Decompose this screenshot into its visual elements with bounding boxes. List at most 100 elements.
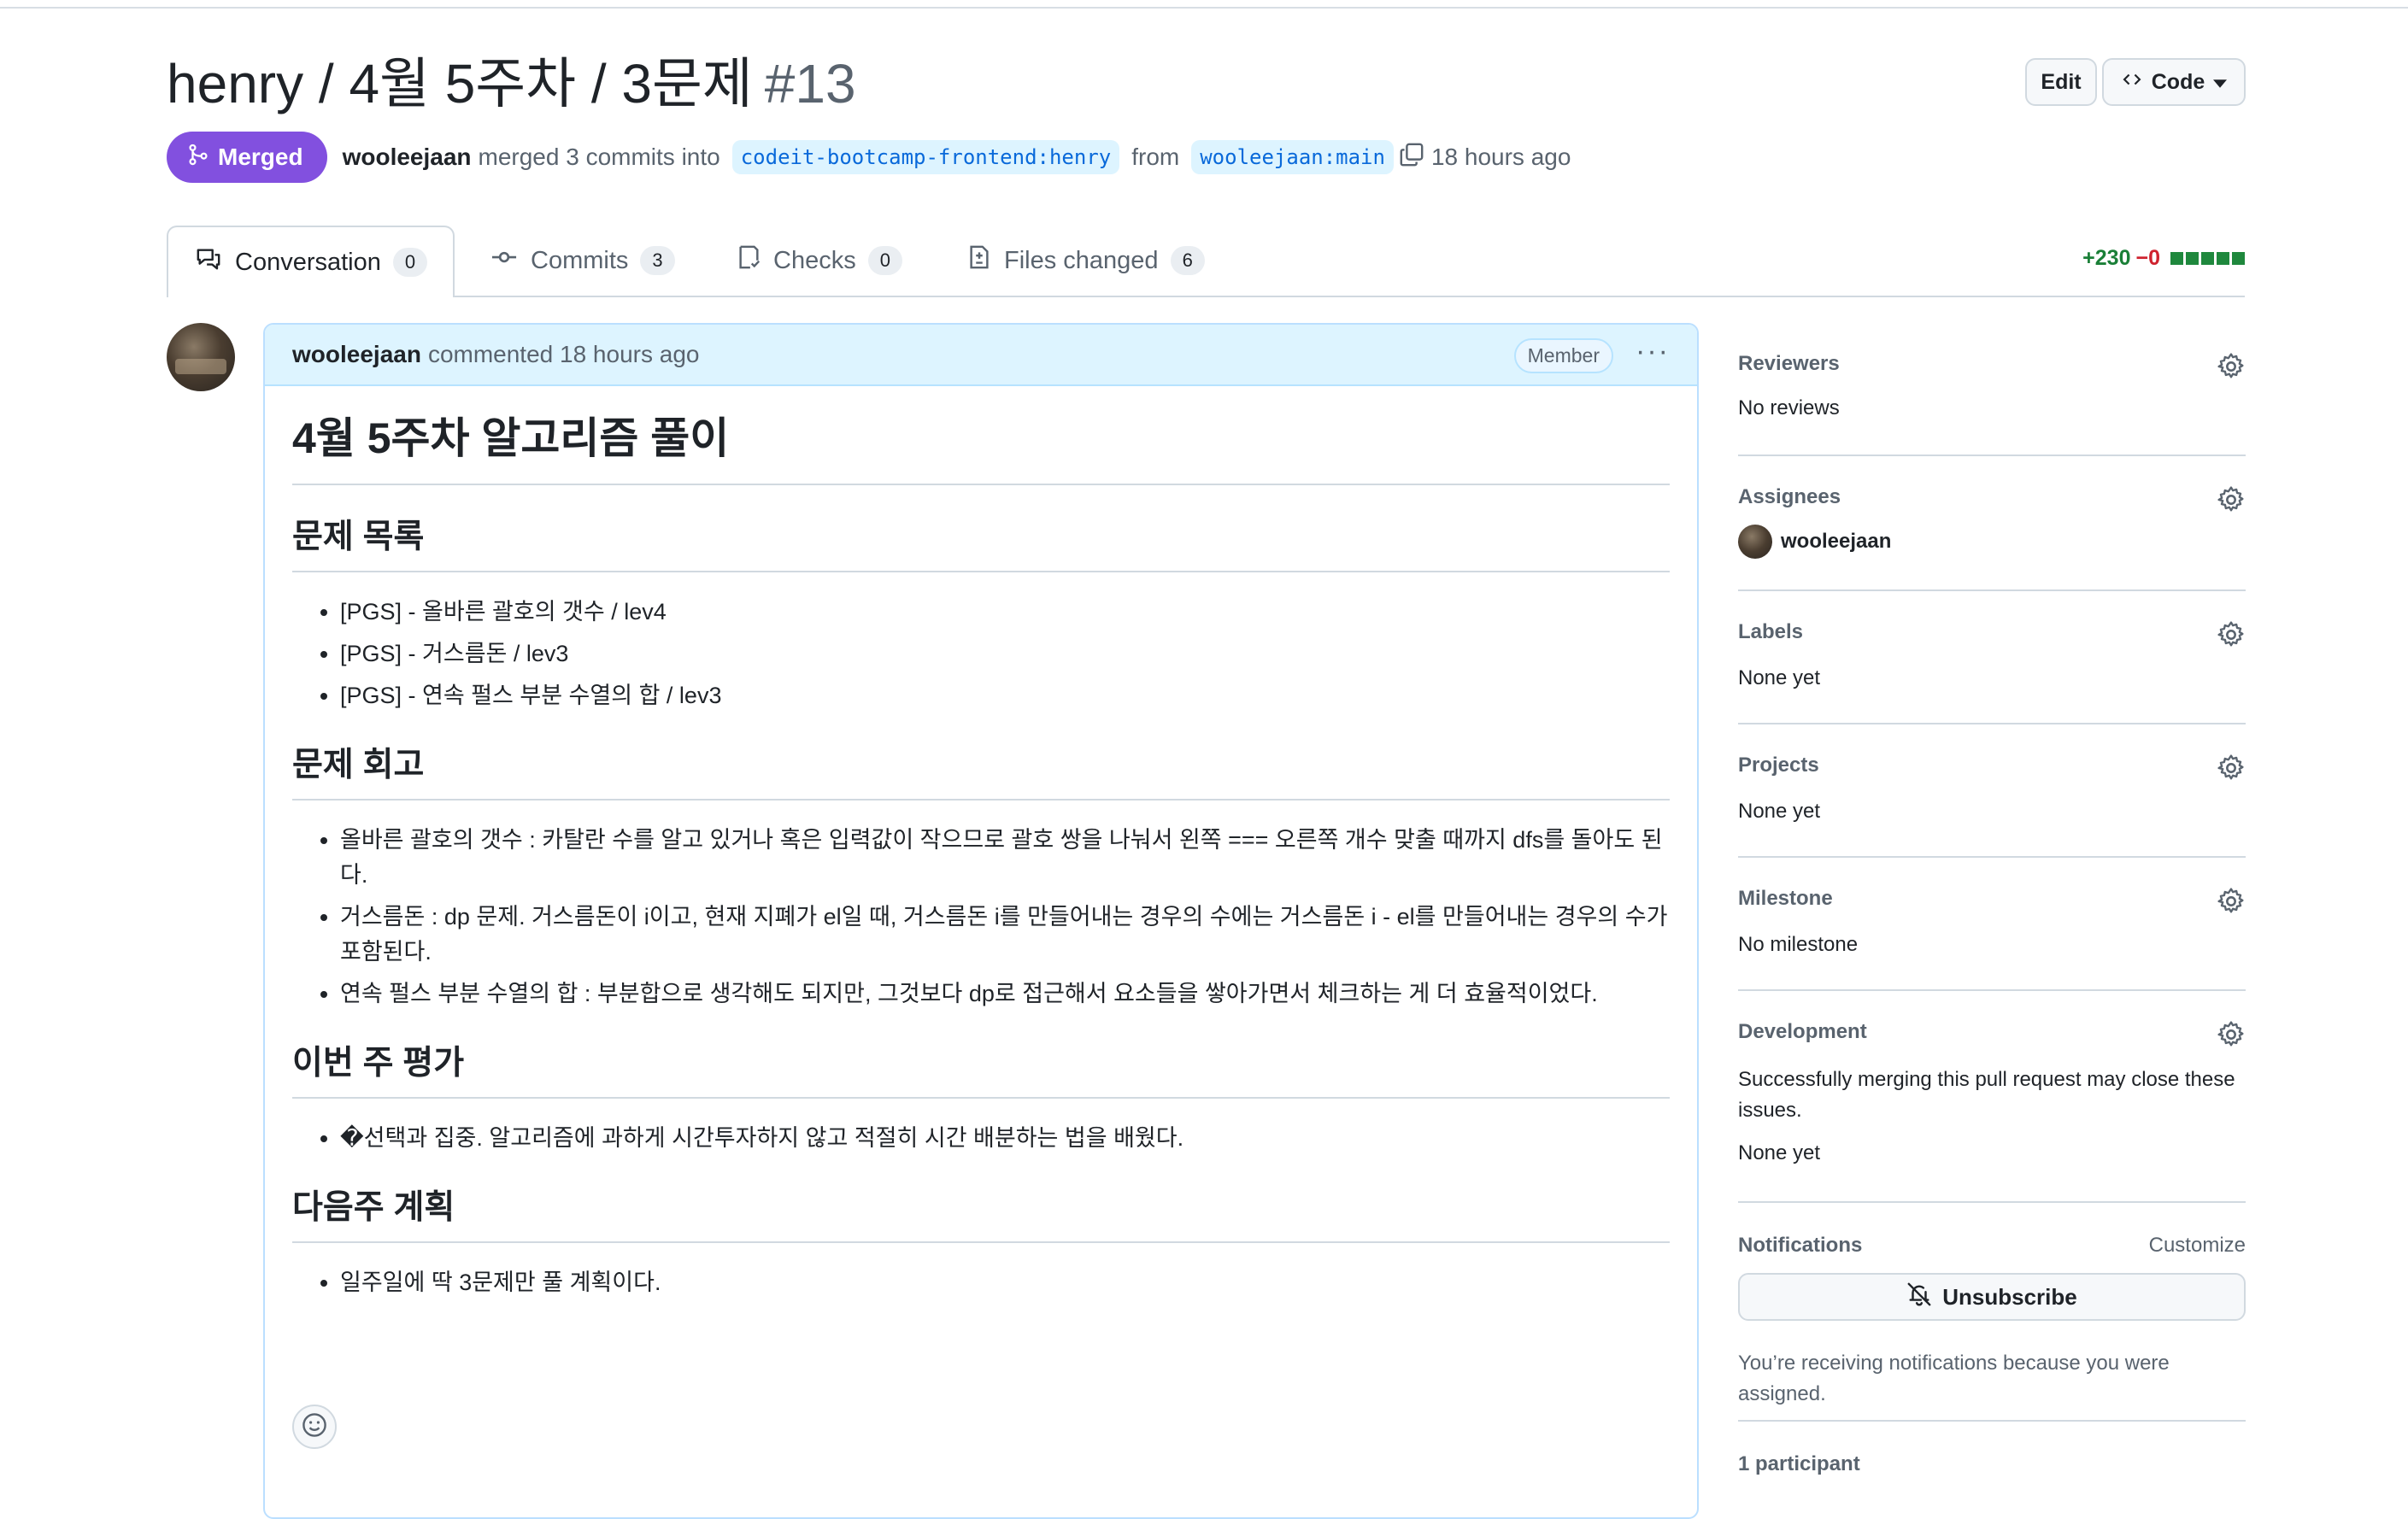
list-item: �선택과 집중. 알고리즘에 과하게 시간투자하지 않고 적절히 시간 배분하는… bbox=[340, 1121, 1670, 1156]
tab-label: Commits bbox=[531, 246, 629, 274]
section-heading: 문제 회고 bbox=[292, 744, 1670, 801]
caret-down-icon bbox=[2213, 70, 2228, 95]
file-diff-icon bbox=[966, 243, 992, 278]
pr-title: henry / 4월 5주차 / 3문제 bbox=[167, 53, 753, 114]
checklist-icon bbox=[736, 243, 761, 278]
pr-tabs: Conversation 0 Commits 3 Checks 0 Files … bbox=[167, 226, 2245, 297]
list-item: [PGS] - 올바른 괄호의 갯수 / lev4 bbox=[340, 595, 1670, 630]
list-item: 올바른 괄호의 갯수 : 카탈란 수를 알고 있거나 혹은 입력값이 작으므로 … bbox=[340, 823, 1670, 893]
author-link[interactable]: wooleejaan bbox=[343, 144, 472, 171]
sidebar-section-value: None yet bbox=[1738, 1141, 1821, 1164]
section-list: 일주일에 딱 3문제만 풀 계획이다. bbox=[292, 1265, 1670, 1300]
comment-header: wooleejaan commented 18 hours ago Member… bbox=[265, 325, 1697, 386]
sidebar-section-title[interactable]: Labels bbox=[1738, 620, 1803, 644]
development-description: Successfully merging this pull request m… bbox=[1738, 1068, 2235, 1122]
sidebar-section-title[interactable]: Assignees bbox=[1738, 485, 1841, 509]
head-branch[interactable]: wooleejaan:main bbox=[1191, 140, 1394, 174]
sidebar-section-value: No milestone bbox=[1738, 933, 1859, 956]
comment-action[interactable]: commented 18 hours ago bbox=[428, 341, 700, 368]
unsubscribe-label: Unsubscribe bbox=[1942, 1283, 2077, 1310]
tab-counter: 3 bbox=[640, 246, 675, 275]
tab-counter: 0 bbox=[867, 246, 902, 275]
merge-icon bbox=[187, 142, 209, 173]
sidebar-section-title: 1 participant bbox=[1738, 1452, 1860, 1475]
kebab-horizontal-icon[interactable]: ··· bbox=[1636, 335, 1670, 368]
comment-discussion-icon bbox=[194, 246, 223, 279]
tab-counter: 6 bbox=[1170, 246, 1205, 275]
sidebar-participants: 1 participant bbox=[1738, 1422, 2246, 1475]
avatar bbox=[1738, 525, 1772, 559]
tab-label: Conversation bbox=[235, 248, 381, 276]
customize-link[interactable]: Customize bbox=[2149, 1234, 2246, 1258]
assignee-row[interactable]: wooleejaan bbox=[1738, 525, 1891, 559]
tab-files-changed[interactable]: Files changed 6 bbox=[966, 226, 1205, 296]
diffstat-blocks bbox=[2170, 252, 2245, 265]
diff-deletions: −0 bbox=[2135, 246, 2160, 270]
top-border bbox=[0, 0, 2408, 9]
section-list: [PGS] - 올바른 괄호의 갯수 / lev4 [PGS] - 거스름돈 /… bbox=[292, 595, 1670, 713]
gear-icon[interactable] bbox=[2217, 1020, 2246, 1053]
member-badge: Member bbox=[1513, 338, 1613, 373]
tab-commits[interactable]: Commits 3 bbox=[490, 226, 675, 296]
gear-icon[interactable] bbox=[2217, 887, 2246, 920]
sidebar-section-title[interactable]: Milestone bbox=[1738, 887, 1833, 911]
code-icon bbox=[2121, 70, 2143, 95]
sidebar-section-value: None yet bbox=[1738, 666, 1821, 689]
sidebar-labels: Labels None yet bbox=[1738, 591, 2246, 724]
pr-number: #13 bbox=[764, 53, 856, 114]
list-item: 연속 펄스 부분 수열의 합 : 부분합으로 생각해도 되지만, 그것보다 dp… bbox=[340, 976, 1670, 1012]
sidebar-section-title[interactable]: Reviewers bbox=[1738, 352, 1840, 376]
add-reaction-button[interactable] bbox=[292, 1405, 337, 1449]
code-label: Code bbox=[2151, 69, 2205, 94]
sidebar-reviewers: Reviewers No reviews bbox=[1738, 323, 2246, 456]
sidebar-milestone: Milestone No milestone bbox=[1738, 858, 2246, 991]
status-badge: Merged bbox=[167, 132, 327, 183]
sidebar-section-title[interactable]: Projects bbox=[1738, 754, 1819, 777]
gear-icon[interactable] bbox=[2217, 620, 2246, 654]
sidebar-section-title[interactable]: Development bbox=[1738, 1020, 1867, 1044]
comment-body: 4월 5주차 알고리즘 풀이 문제 목록 [PGS] - 올바른 괄호의 갯수 … bbox=[292, 410, 1670, 1307]
sidebar: Reviewers No reviews Assignees wooleejaa… bbox=[1738, 323, 2246, 1475]
bell-slash-icon bbox=[1906, 1281, 1932, 1313]
edit-label: Edit bbox=[2041, 69, 2082, 94]
section-list: �선택과 집중. 알고리즘에 과하게 시간투자하지 않고 적절히 시간 배분하는… bbox=[292, 1121, 1670, 1156]
diffstat: +230 −0 bbox=[2082, 246, 2245, 271]
tab-checks[interactable]: Checks 0 bbox=[736, 226, 902, 296]
base-branch[interactable]: codeit-bootcamp-frontend:henry bbox=[731, 140, 1120, 174]
tab-label: Checks bbox=[773, 246, 856, 274]
list-item: 일주일에 딱 3문제만 풀 계획이다. bbox=[340, 1265, 1670, 1300]
section-heading: 다음주 계획 bbox=[292, 1187, 1670, 1243]
comment-heading: 4월 5주차 알고리즘 풀이 bbox=[292, 410, 1670, 485]
status-label: Merged bbox=[218, 144, 303, 170]
edit-button[interactable]: Edit bbox=[2025, 58, 2097, 106]
section-heading: 문제 목록 bbox=[292, 516, 1670, 572]
avatar[interactable] bbox=[167, 323, 235, 391]
unsubscribe-button[interactable]: Unsubscribe bbox=[1738, 1273, 2246, 1321]
gear-icon[interactable] bbox=[2217, 352, 2246, 385]
code-button[interactable]: Code bbox=[2102, 58, 2246, 106]
section-heading: 이번 주 평가 bbox=[292, 1042, 1670, 1099]
sidebar-assignees: Assignees wooleejaan bbox=[1738, 456, 2246, 591]
tab-counter: 0 bbox=[392, 248, 428, 277]
gear-icon[interactable] bbox=[2217, 754, 2246, 787]
list-item: [PGS] - 연속 펄스 부분 수열의 합 / lev3 bbox=[340, 678, 1670, 713]
sidebar-section-value: None yet bbox=[1738, 800, 1821, 823]
sidebar-development: Development Successfully merging this pu… bbox=[1738, 991, 2246, 1203]
smiley-icon bbox=[301, 1411, 328, 1443]
commit-icon bbox=[490, 244, 519, 277]
tab-label: Files changed bbox=[1004, 246, 1159, 274]
merged-time: 18 hours ago bbox=[1430, 144, 1571, 170]
sidebar-projects: Projects None yet bbox=[1738, 724, 2246, 858]
comment-author[interactable]: wooleejaan bbox=[292, 341, 421, 368]
assignee-name: wooleejaan bbox=[1781, 530, 1892, 553]
gear-icon[interactable] bbox=[2217, 485, 2246, 519]
copy-icon[interactable] bbox=[1399, 142, 1424, 173]
sidebar-notifications: Notifications Customize Unsubscribe You’… bbox=[1738, 1203, 2246, 1422]
diff-additions: +230 bbox=[2082, 246, 2131, 270]
from-text: from bbox=[1131, 144, 1180, 170]
list-item: [PGS] - 거스름돈 / lev3 bbox=[340, 636, 1670, 672]
merged-text: merged 3 commits into bbox=[478, 144, 720, 170]
pr-state-row: Merged wooleejaan merged 3 commits into … bbox=[167, 132, 1571, 183]
pr-description-comment: wooleejaan commented 18 hours ago Member… bbox=[263, 323, 1699, 1519]
tab-conversation[interactable]: Conversation 0 bbox=[167, 226, 455, 297]
